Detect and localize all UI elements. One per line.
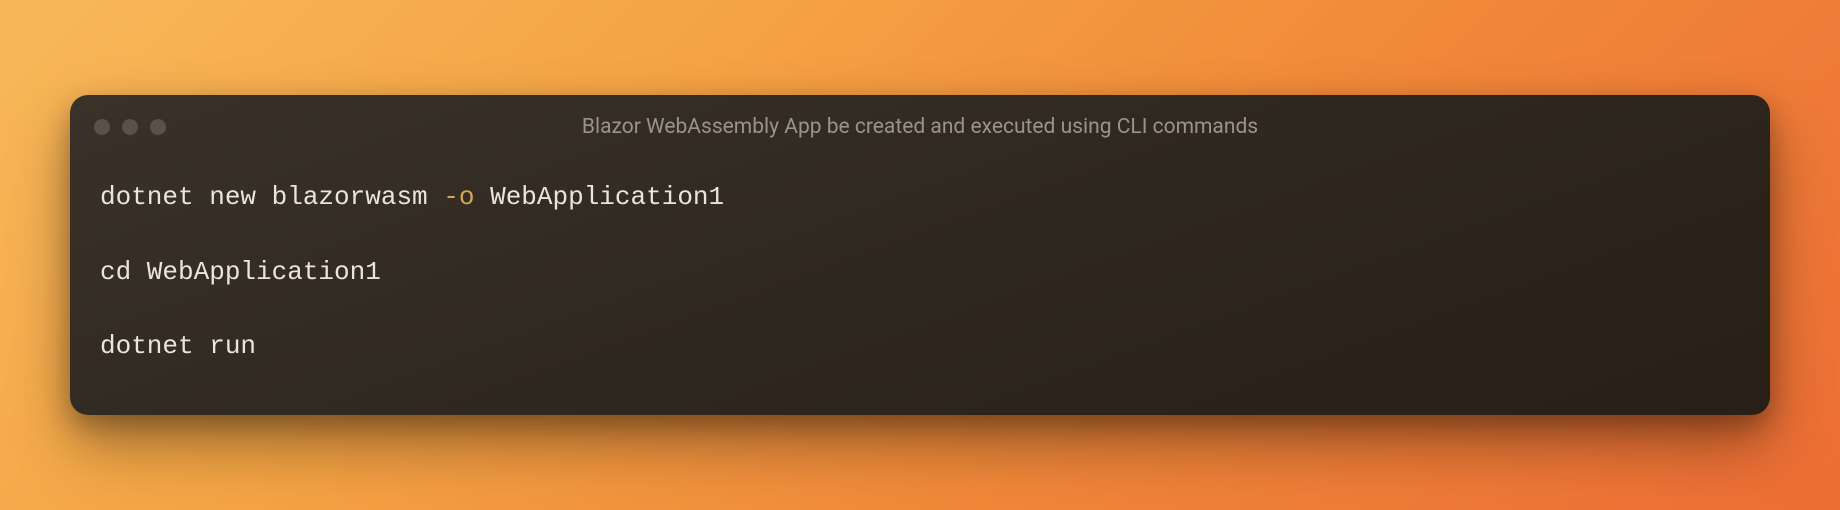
- maximize-icon[interactable]: [150, 119, 166, 135]
- blank-line: [100, 216, 1740, 254]
- code-line-2: cd WebApplication1: [100, 254, 1740, 290]
- command-flag: -o: [443, 182, 474, 212]
- close-icon[interactable]: [94, 119, 110, 135]
- command-arg: WebApplication1: [474, 182, 724, 212]
- code-line-1: dotnet new blazorwasm -o WebApplication1: [100, 179, 1740, 215]
- window-title: Blazor WebAssembly App be created and ex…: [94, 115, 1746, 139]
- command-text: dotnet new blazorwasm: [100, 182, 443, 212]
- title-bar: Blazor WebAssembly App be created and ex…: [70, 95, 1770, 149]
- terminal-body: dotnet new blazorwasm -o WebApplication1…: [70, 149, 1770, 414]
- code-line-3: dotnet run: [100, 328, 1740, 364]
- minimize-icon[interactable]: [122, 119, 138, 135]
- traffic-lights: [94, 119, 166, 135]
- terminal-window: Blazor WebAssembly App be created and ex…: [70, 95, 1770, 414]
- blank-line: [100, 290, 1740, 328]
